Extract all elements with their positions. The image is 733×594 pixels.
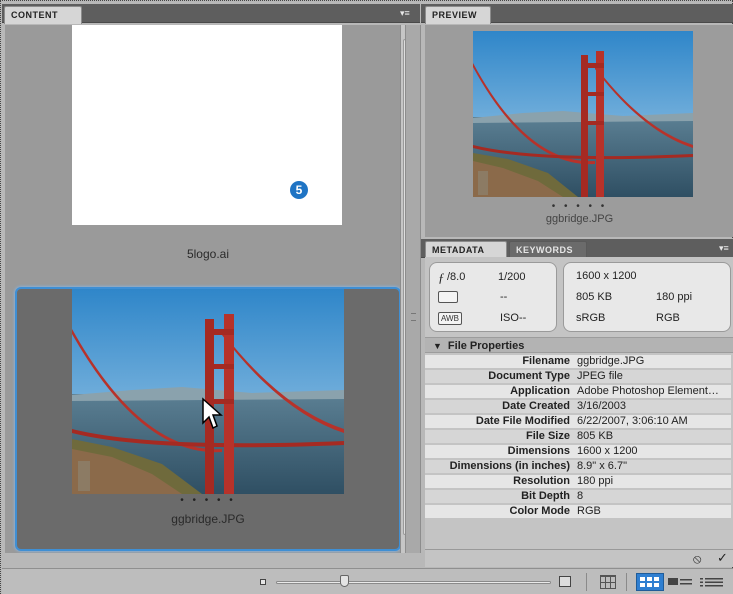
property-row: Application Adobe Photoshop Element… [425, 385, 731, 398]
panel-splitter[interactable] [405, 25, 421, 553]
camera-data-box: ƒ /8.0 1/200 -- AWB ISO-- [429, 262, 557, 332]
details-view-icon[interactable] [668, 575, 694, 589]
property-row: Document Type JPEG file [425, 370, 731, 383]
bridge-photo [72, 289, 344, 494]
metering-value: -- [500, 291, 508, 303]
property-key: Date File Modified [475, 415, 570, 427]
property-key: Date Created [502, 400, 570, 412]
aperture-value: /8.0 [447, 271, 466, 283]
property-value[interactable]: Adobe Photoshop Element… [577, 385, 731, 398]
rating-dots[interactable]: • • • • • [17, 495, 399, 506]
property-value[interactable]: 6/22/2007, 3:06:10 AM [577, 415, 731, 428]
apply-icon[interactable]: ✓ [717, 550, 728, 566]
property-key: Bit Depth [521, 490, 570, 502]
property-row: Dimensions (in inches) 8.9" x 6.7" [425, 460, 731, 473]
property-value[interactable]: JPEG file [577, 370, 731, 383]
property-row: Dimensions 1600 x 1200 [425, 445, 731, 458]
thumbnail-label: ggbridge.JPG [171, 512, 245, 526]
mouse-cursor-icon [202, 397, 223, 430]
property-key: Document Type [488, 370, 570, 382]
property-key: Resolution [513, 475, 570, 487]
bridge-window: CONTENT ▾≡ 5 5logo.ai • • • • • ggbridge… [0, 0, 733, 594]
property-value[interactable]: 3/16/2003 [577, 400, 731, 413]
grid-view-icon[interactable] [600, 575, 616, 589]
bottom-toolbar [2, 568, 733, 594]
large-thumbnail-icon[interactable] [559, 576, 571, 587]
property-key: Application [510, 385, 570, 397]
property-key: File Size [525, 430, 570, 442]
property-key: Color Mode [509, 505, 571, 517]
content-tabbar: CONTENT ▾≡ [2, 4, 420, 24]
file-properties-header[interactable]: ▼ File Properties [425, 337, 733, 353]
preview-tabbar: PREVIEW [421, 4, 733, 24]
property-row: Filename ggbridge.JPG [425, 355, 731, 368]
preview-image[interactable] [473, 31, 693, 197]
property-value[interactable]: 8 [577, 490, 731, 503]
shutter-value: 1/200 [498, 271, 526, 283]
preview-panel: • • • • • ggbridge.JPG [425, 25, 733, 237]
metadata-tabbar: METADATA KEYWORDS ▾≡ [421, 239, 733, 259]
property-value[interactable]: 8.9" x 6.7" [577, 460, 731, 473]
toolbar-divider [626, 573, 627, 591]
property-row: Date Created 3/16/2003 [425, 400, 731, 413]
property-value[interactable]: 805 KB [577, 430, 731, 443]
property-row: Bit Depth 8 [425, 490, 731, 503]
logo-image: 5 [72, 25, 342, 225]
color-mode-value: RGB [656, 312, 680, 324]
iso-value: ISO-- [500, 312, 527, 324]
slider-knob[interactable] [340, 575, 350, 587]
metadata-panel: ƒ /8.0 1/200 -- AWB ISO-- 1600 x 1200 80… [425, 257, 733, 549]
logo-five-icon: 5 [290, 181, 308, 199]
metering-icon [438, 291, 458, 303]
property-value[interactable]: 180 ppi [577, 475, 731, 488]
preview-filename: ggbridge.JPG [545, 213, 614, 225]
thumbnail-size-slider[interactable] [276, 581, 551, 584]
property-row: File Size 805 KB [425, 430, 731, 443]
thumbnail-label: 5logo.ai [186, 247, 230, 261]
property-key: Filename [522, 355, 570, 367]
property-row: Color Mode RGB [425, 505, 731, 518]
fstop-icon: ƒ [438, 270, 445, 285]
file-data-box: 1600 x 1200 805 KB 180 ppi sRGB RGB [563, 262, 731, 332]
property-value[interactable]: ggbridge.JPG [577, 355, 731, 368]
metadata-footer: ⦸ ✓ [425, 549, 733, 567]
property-value[interactable]: RGB [577, 505, 731, 518]
property-key: Dimensions (in inches) [449, 460, 570, 472]
toolbar-divider [586, 573, 587, 591]
property-row: Resolution 180 ppi [425, 475, 731, 488]
tab-preview[interactable]: PREVIEW [425, 6, 491, 24]
panel-menu-icon[interactable]: ▾≡ [400, 8, 410, 19]
section-title: File Properties [447, 340, 525, 352]
small-thumbnail-icon[interactable] [260, 579, 266, 585]
property-key: Dimensions [507, 445, 570, 457]
resolution-value: 180 ppi [656, 291, 693, 303]
preview-rating-dots[interactable]: • • • • • [425, 201, 733, 212]
thumbnail-5logo[interactable]: 5 5logo.ai [15, 25, 401, 277]
white-balance-icon: AWB [438, 312, 462, 325]
filesize-value: 805 KB [576, 291, 613, 303]
list-view-icon[interactable] [700, 575, 724, 589]
cancel-icon[interactable]: ⦸ [693, 551, 701, 567]
splitter-grip[interactable] [411, 313, 416, 321]
thumbnail-view-icon[interactable] [636, 573, 664, 591]
metadata-panel-menu-icon[interactable]: ▾≡ [719, 243, 729, 254]
color-profile-value: sRGB [576, 312, 606, 324]
disclosure-triangle-icon[interactable]: ▼ [433, 341, 442, 351]
property-value[interactable]: 1600 x 1200 [577, 445, 731, 458]
tab-content[interactable]: CONTENT [4, 6, 82, 24]
content-panel: 5 5logo.ai • • • • • ggbridge.JPG [5, 25, 403, 553]
dimensions-value: 1600 x 1200 [576, 270, 637, 282]
property-row: Date File Modified 6/22/2007, 3:06:10 AM [425, 415, 731, 428]
